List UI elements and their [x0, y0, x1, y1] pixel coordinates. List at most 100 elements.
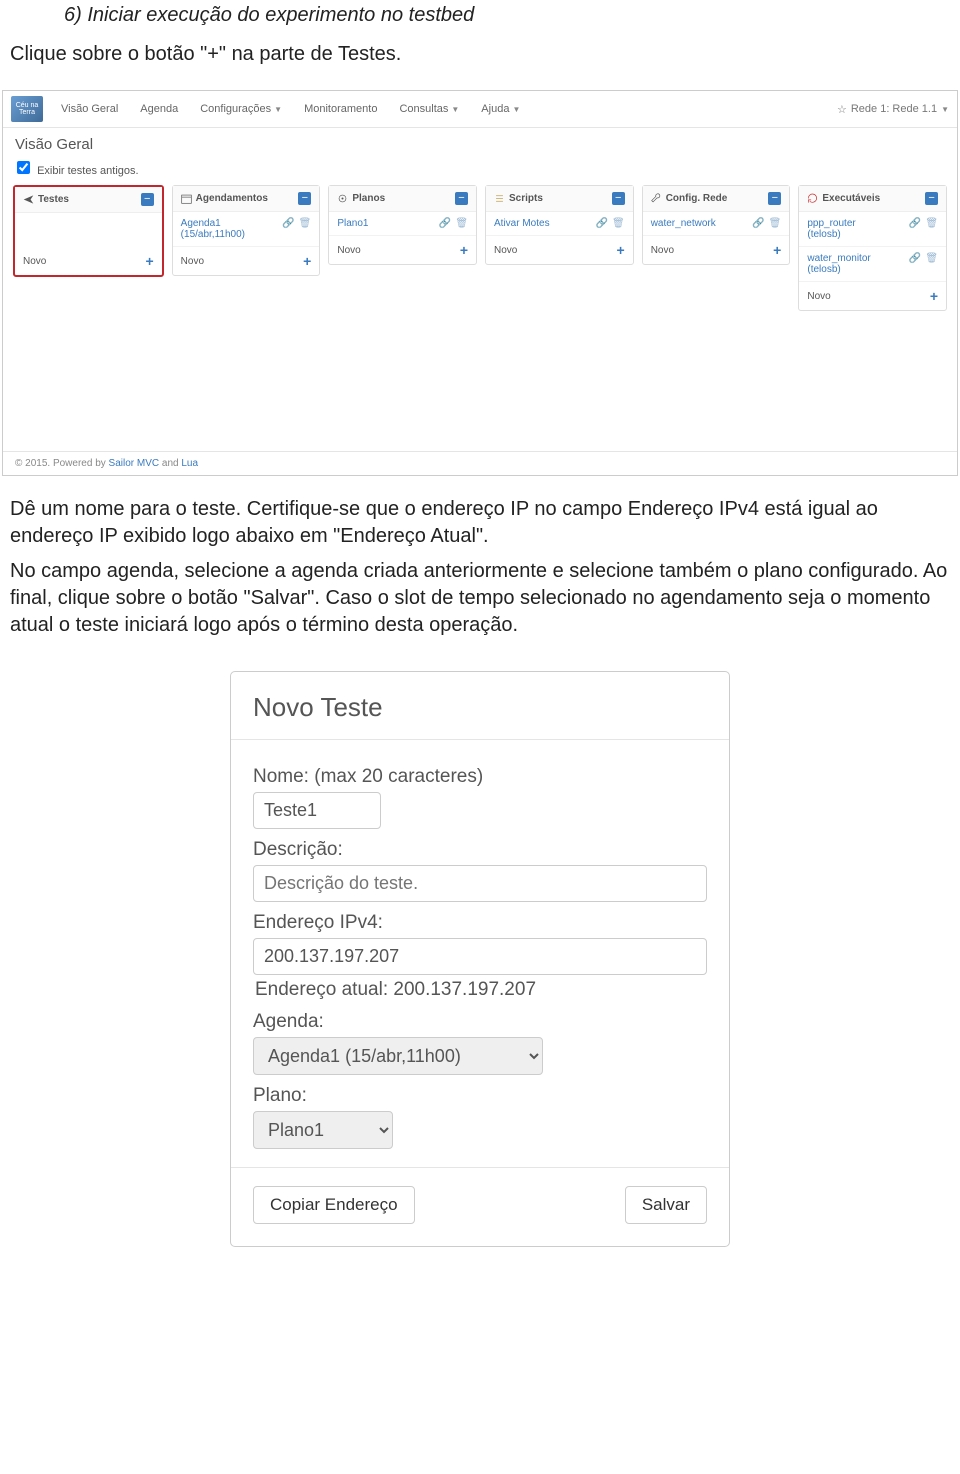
panel-title: Executáveis: [807, 193, 880, 204]
footer-link-sailor[interactable]: Sailor MVC: [109, 458, 160, 469]
novo-teste-modal: Novo Teste Nome: (max 20 caracteres) Des…: [230, 671, 730, 1247]
step-heading: 6) Iniciar execução do experimento no te…: [64, 4, 950, 27]
ipv4-input[interactable]: [253, 938, 707, 975]
collapse-icon[interactable]: −: [141, 193, 154, 206]
panel-scripts: Scripts − Ativar Motes 🔗 🗑 Novo +: [485, 185, 634, 265]
trash-icon[interactable]: 🗑: [299, 218, 312, 229]
app-footer: © 2015. Powered by Sailor MVC and Lua: [3, 451, 957, 475]
plus-icon[interactable]: +: [930, 288, 938, 304]
save-button[interactable]: Salvar: [625, 1186, 707, 1224]
panel-agendamentos: Agendamentos − Agenda1 (15/abr,11h00) 🔗 🗑…: [172, 185, 321, 276]
desc-input[interactable]: [253, 865, 707, 902]
plus-icon[interactable]: +: [145, 253, 153, 269]
nav-agenda[interactable]: Agenda: [132, 99, 186, 119]
plus-icon[interactable]: +: [617, 242, 625, 258]
star-icon: ☆: [837, 103, 847, 116]
list-item[interactable]: Agenda1 (15/abr,11h00) 🔗 🗑: [173, 212, 320, 247]
ipv4-current-note: Endereço atual: 200.137.197.207: [255, 979, 707, 1001]
nav-configuracoes[interactable]: Configurações▼: [192, 99, 290, 119]
nav-visao-geral[interactable]: Visão Geral: [53, 99, 126, 119]
dashboard-screenshot: Céu na Terra Visão Geral Agenda Configur…: [2, 90, 958, 476]
plus-icon[interactable]: +: [773, 242, 781, 258]
novo-label: Novo: [807, 291, 830, 302]
link-icon[interactable]: 🔗: [596, 218, 608, 229]
novo-label: Novo: [494, 245, 517, 256]
nav-links: Visão Geral Agenda Configurações▼ Monito…: [53, 99, 837, 119]
list-item[interactable]: water_network 🔗🗑: [643, 212, 790, 236]
item-sub: (telosb): [807, 264, 840, 275]
calendar-icon: [181, 193, 192, 204]
checkbox-input[interactable]: [17, 161, 30, 174]
modal-title: Novo Teste: [231, 672, 729, 740]
link-icon[interactable]: 🔗: [439, 218, 451, 229]
link-icon[interactable]: 🔗: [752, 218, 764, 229]
network-selector[interactable]: ☆ Rede 1: Rede 1.1 ▼: [837, 103, 949, 116]
app-logo: Céu na Terra: [11, 96, 43, 122]
item-name: Agenda1: [181, 218, 221, 229]
top-nav: Céu na Terra Visão Geral Agenda Configur…: [3, 91, 957, 128]
nav-label: Ajuda: [481, 103, 509, 115]
trash-icon[interactable]: 🗑: [455, 218, 468, 229]
trash-icon[interactable]: 🗑: [925, 253, 938, 264]
ipv4-label: Endereço IPv4:: [253, 912, 707, 934]
panel-new-row[interactable]: Novo +: [486, 236, 633, 264]
panel-new-row[interactable]: Novo +: [173, 247, 320, 275]
agenda-label: Agenda:: [253, 1011, 707, 1033]
caret-down-icon: ▼: [512, 105, 520, 114]
link-icon[interactable]: 🔗: [909, 218, 921, 229]
caret-down-icon: ▼: [274, 105, 282, 114]
agenda-select[interactable]: Agenda1 (15/abr,11h00): [253, 1037, 543, 1075]
novo-label: Novo: [23, 256, 46, 267]
panel-title-text: Agendamentos: [196, 193, 268, 204]
step-intro: Clique sobre o botão "+" na parte de Tes…: [10, 41, 950, 68]
panel-title-text: Scripts: [509, 193, 543, 204]
panel-title: Testes: [23, 194, 69, 205]
panel-title-text: Config. Rede: [666, 193, 728, 204]
trash-icon[interactable]: 🗑: [769, 218, 782, 229]
link-icon[interactable]: 🔗: [909, 253, 921, 264]
panel-title-text: Executáveis: [822, 193, 880, 204]
item-sub: (15/abr,11h00): [181, 229, 245, 240]
nav-label: Agenda: [140, 103, 178, 115]
list-item[interactable]: water_monitor (telosb) 🔗 🗑: [799, 247, 946, 282]
plus-icon[interactable]: +: [460, 242, 468, 258]
list-icon: [494, 193, 505, 204]
collapse-icon[interactable]: −: [455, 192, 468, 205]
modal-screenshot: Novo Teste Nome: (max 20 caracteres) Des…: [0, 657, 960, 1277]
footer-link-lua[interactable]: Lua: [181, 458, 198, 469]
trash-icon[interactable]: 🗑: [925, 218, 938, 229]
paragraph-2: Dê um nome para o teste. Certifique-se q…: [10, 496, 950, 550]
trash-icon[interactable]: 🗑: [612, 218, 625, 229]
novo-label: Novo: [181, 256, 204, 267]
show-old-tests-checkbox[interactable]: Exibir testes antigos.: [3, 157, 957, 185]
collapse-icon[interactable]: −: [768, 192, 781, 205]
collapse-icon[interactable]: −: [298, 192, 311, 205]
panel-executaveis: Executáveis − ppp_router (telosb) 🔗 🗑 wat…: [798, 185, 947, 311]
nav-monitoramento[interactable]: Monitoramento: [296, 99, 385, 119]
panel-testes: Testes − Novo +: [13, 185, 164, 277]
novo-label: Novo: [337, 245, 360, 256]
panel-new-row[interactable]: Novo +: [643, 236, 790, 264]
item-name: water_monitor: [807, 253, 870, 264]
caret-down-icon: ▼: [941, 105, 949, 114]
item-name: ppp_router: [807, 218, 855, 229]
collapse-icon[interactable]: −: [925, 192, 938, 205]
name-input[interactable]: [253, 792, 381, 829]
panel-new-row[interactable]: Novo +: [329, 236, 476, 264]
copy-address-button[interactable]: Copiar Endereço: [253, 1186, 415, 1224]
item-name: Ativar Motes: [494, 218, 550, 229]
panel-title: Agendamentos: [181, 193, 268, 204]
logo-line1: Céu na Terra: [16, 102, 39, 116]
panel-new-row[interactable]: Novo +: [799, 282, 946, 310]
nav-consultas[interactable]: Consultas▼: [391, 99, 467, 119]
link-icon[interactable]: 🔗: [282, 218, 294, 229]
collapse-icon[interactable]: −: [612, 192, 625, 205]
nav-ajuda[interactable]: Ajuda▼: [473, 99, 528, 119]
list-item[interactable]: Plano1 🔗🗑: [329, 212, 476, 236]
list-item[interactable]: ppp_router (telosb) 🔗🗑: [799, 212, 946, 247]
list-item[interactable]: Ativar Motes 🔗 🗑: [486, 212, 633, 236]
plano-select[interactable]: Plano1: [253, 1111, 393, 1149]
panel-new-row[interactable]: Novo +: [15, 247, 162, 275]
panel-planos: Planos − Plano1 🔗🗑 Novo +: [328, 185, 477, 265]
plus-icon[interactable]: +: [303, 253, 311, 269]
